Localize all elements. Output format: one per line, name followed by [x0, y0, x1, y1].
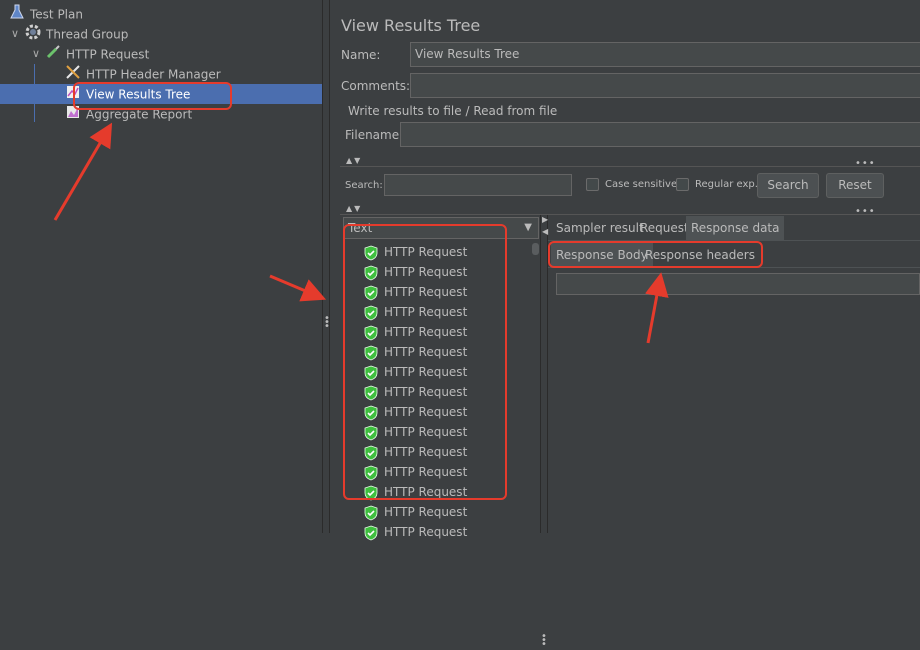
tree-splitter[interactable]: • • • [322, 0, 330, 533]
name-label: Name: [341, 48, 381, 62]
tree-item-test-plan[interactable]: Test Plan [8, 4, 83, 24]
result-item[interactable]: HTTP Request [363, 522, 467, 542]
tree-item-label: Test Plan [30, 7, 83, 22]
collapse-arrow-icon: ◀ [542, 227, 549, 236]
name-field[interactable]: View Results Tree [410, 42, 920, 67]
tab-response-data[interactable]: Response data [686, 216, 785, 240]
gear-icon [24, 24, 42, 46]
tree-item-http-request[interactable]: HTTP Request [44, 44, 149, 64]
expand-arrow-icon: ▶ [542, 215, 549, 224]
reset-button[interactable]: Reset [826, 173, 884, 198]
comments-field[interactable] [410, 73, 920, 98]
tree-item-label: HTTP Header Manager [86, 67, 221, 82]
scrollbar-thumb[interactable] [532, 243, 539, 255]
success-shield-icon [363, 505, 379, 521]
splitter-grip-icon: • • • [541, 631, 547, 650]
tree-item-label: HTTP Request [66, 47, 150, 62]
regular-exp-label: Regular exp. [695, 179, 758, 190]
result-item[interactable]: HTTP Request [363, 502, 467, 522]
dropdown-arrow-icon: ▼ [524, 222, 532, 233]
result-label: HTTP Request [384, 525, 468, 539]
divider [340, 214, 920, 215]
divider [340, 166, 920, 167]
pipette-icon [44, 44, 62, 66]
response-search-field[interactable] [556, 273, 920, 295]
chevron-down-icon[interactable]: ∨ [9, 24, 21, 44]
file-section-title: Write results to file / Read from file [348, 104, 558, 118]
splitter-grip-icon: • • • [324, 313, 330, 332]
test-plan-tree: Test Plan ∨ Thread Group ∨ HTTP Request … [0, 0, 322, 533]
results-splitter[interactable]: ▶ ◀ • • • [540, 215, 549, 650]
chevron-down-icon[interactable]: ∨ [30, 44, 42, 64]
case-sensitive-label: Case sensitive [605, 179, 678, 190]
annotation-box-response-tabs [548, 241, 763, 268]
page-title: View Results Tree [341, 16, 481, 35]
collapse-arrows-icon[interactable]: ▲▼ [346, 204, 362, 213]
filename-label: Filename [345, 128, 400, 142]
tab-request[interactable]: Request [635, 216, 694, 240]
results-scrollbar[interactable] [531, 241, 540, 533]
tree-item-http-header-manager[interactable]: HTTP Header Manager [64, 64, 221, 84]
tree-guide-line [34, 64, 35, 122]
search-button[interactable]: Search [757, 173, 819, 198]
filename-field[interactable] [400, 122, 920, 147]
annotation-box-results-list [343, 224, 507, 500]
result-label: HTTP Request [384, 505, 468, 519]
annotation-box-tree-item [73, 82, 232, 110]
regular-exp-checkbox[interactable] [676, 178, 689, 191]
comments-label: Comments: [341, 79, 411, 93]
search-input[interactable] [384, 174, 572, 196]
tree-item-thread-group[interactable]: Thread Group [24, 24, 128, 44]
tree-item-label: Thread Group [46, 27, 129, 42]
search-label: Search: [345, 180, 383, 191]
collapse-arrows-icon[interactable]: ▲▼ [346, 156, 362, 165]
flask-icon [8, 4, 26, 26]
case-sensitive-checkbox[interactable] [586, 178, 599, 191]
